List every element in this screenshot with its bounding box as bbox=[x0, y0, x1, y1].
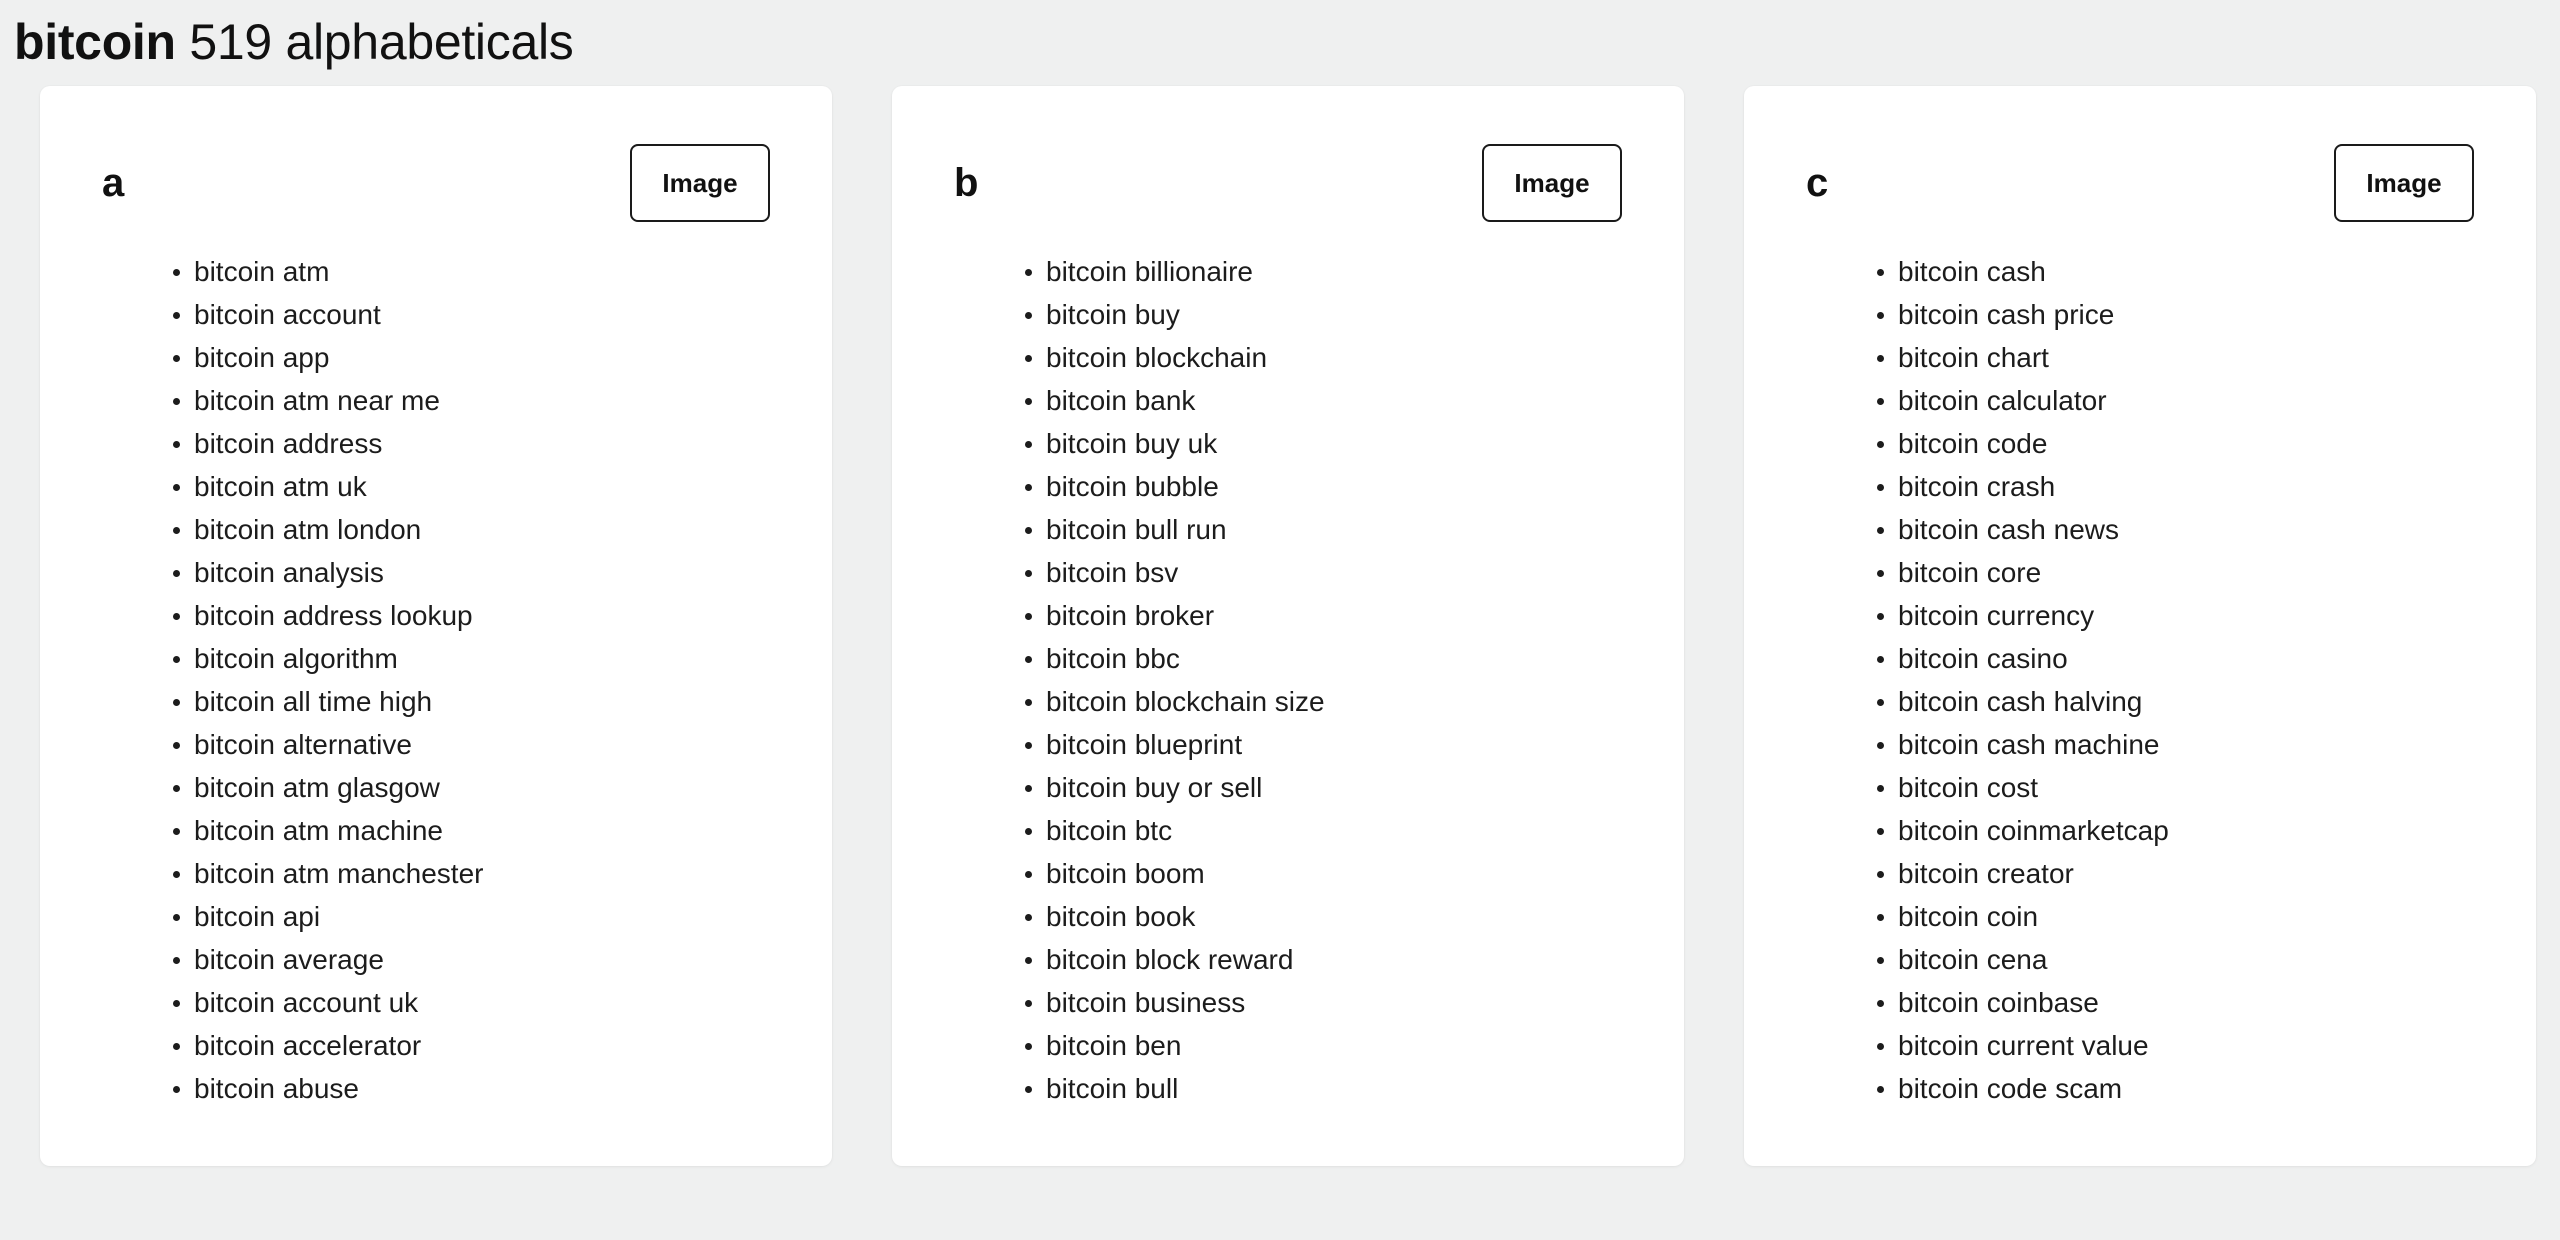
keyword-list-item[interactable]: bitcoin cash machine bbox=[1744, 723, 2536, 766]
alphabetical-card: b Image bitcoin billionaire bitcoin buy bitc… bbox=[892, 86, 1684, 1166]
keyword-list-item[interactable]: bitcoin current value bbox=[1744, 1024, 2536, 1067]
keyword-list-item[interactable]: bitcoin chart bbox=[1744, 336, 2536, 379]
keyword-list-item[interactable]: bitcoin analysis bbox=[40, 551, 832, 594]
keyword-list-item[interactable]: bitcoin blockchain bbox=[892, 336, 1684, 379]
keyword-list-item[interactable]: bitcoin address bbox=[40, 422, 832, 465]
image-button[interactable]: Image bbox=[2334, 144, 2474, 222]
keyword-list-item[interactable]: bitcoin atm near me bbox=[40, 379, 832, 422]
card-letter-heading: b bbox=[954, 161, 979, 205]
keyword-list-item[interactable]: bitcoin book bbox=[892, 895, 1684, 938]
alphabetical-card: c Image bitcoin cash bitcoin cash price bitc… bbox=[1744, 86, 2536, 1166]
keyword-list-item[interactable]: bitcoin buy bbox=[892, 293, 1684, 336]
keyword-list-item[interactable]: bitcoin casino bbox=[1744, 637, 2536, 680]
keyword-list-item[interactable]: bitcoin bsv bbox=[892, 551, 1684, 594]
card-header: a Image bbox=[40, 86, 832, 232]
keyword-list: bitcoin billionaire bitcoin buy bitcoin bl… bbox=[892, 232, 1684, 1110]
keyword-list-item[interactable]: bitcoin blueprint bbox=[892, 723, 1684, 766]
keyword-list-item[interactable]: bitcoin cost bbox=[1744, 766, 2536, 809]
keyword-list-item[interactable]: bitcoin code bbox=[1744, 422, 2536, 465]
keyword-list-item[interactable]: bitcoin bubble bbox=[892, 465, 1684, 508]
keyword-list-item[interactable]: bitcoin cash bbox=[1744, 250, 2536, 293]
keyword-list-item[interactable]: bitcoin bull run bbox=[892, 508, 1684, 551]
card-header: c Image bbox=[1744, 86, 2536, 232]
keyword-list-item[interactable]: bitcoin buy uk bbox=[892, 422, 1684, 465]
keyword-list-item[interactable]: bitcoin atm manchester bbox=[40, 852, 832, 895]
keyword-list-item[interactable]: bitcoin average bbox=[40, 938, 832, 981]
keyword-list-item[interactable]: bitcoin boom bbox=[892, 852, 1684, 895]
page-header: bitcoin 519 alphabeticals bbox=[0, 0, 2560, 86]
keyword-list-item[interactable]: bitcoin all time high bbox=[40, 680, 832, 723]
keyword-list-item[interactable]: bitcoin bank bbox=[892, 379, 1684, 422]
keyword-list-item[interactable]: bitcoin bull bbox=[892, 1067, 1684, 1110]
keyword-list-item[interactable]: bitcoin api bbox=[40, 895, 832, 938]
keyword-list-item[interactable]: bitcoin currency bbox=[1744, 594, 2536, 637]
card-letter-heading: a bbox=[102, 161, 125, 205]
keyword-list-item[interactable]: bitcoin calculator bbox=[1744, 379, 2536, 422]
keyword-list-item[interactable]: bitcoin cash news bbox=[1744, 508, 2536, 551]
keyword-list-item[interactable]: bitcoin core bbox=[1744, 551, 2536, 594]
page-title-keyword: bitcoin bbox=[14, 14, 176, 70]
keyword-list-item[interactable]: bitcoin buy or sell bbox=[892, 766, 1684, 809]
keyword-list-item[interactable]: bitcoin address lookup bbox=[40, 594, 832, 637]
keyword-list-item[interactable]: bitcoin atm bbox=[40, 250, 832, 293]
keyword-list-item[interactable]: bitcoin coinmarketcap bbox=[1744, 809, 2536, 852]
keyword-list-item[interactable]: bitcoin algorithm bbox=[40, 637, 832, 680]
keyword-list-item[interactable]: bitcoin btc bbox=[892, 809, 1684, 852]
keyword-list-item[interactable]: bitcoin atm uk bbox=[40, 465, 832, 508]
keyword-list-item[interactable]: bitcoin creator bbox=[1744, 852, 2536, 895]
keyword-list: bitcoin atm bitcoin account bitcoin app bit… bbox=[40, 232, 832, 1110]
keyword-list-item[interactable]: bitcoin abuse bbox=[40, 1067, 832, 1110]
keyword-list-item[interactable]: bitcoin business bbox=[892, 981, 1684, 1024]
keyword-list-item[interactable]: bitcoin app bbox=[40, 336, 832, 379]
keyword-list-item[interactable]: bitcoin blockchain size bbox=[892, 680, 1684, 723]
keyword-list-item[interactable]: bitcoin crash bbox=[1744, 465, 2536, 508]
keyword-list-item[interactable]: bitcoin ben bbox=[892, 1024, 1684, 1067]
keyword-list: bitcoin cash bitcoin cash price bitcoin ch… bbox=[1744, 232, 2536, 1110]
keyword-list-item[interactable]: bitcoin billionaire bbox=[892, 250, 1684, 293]
alphabetical-cards-row: a Image bitcoin atm bitcoin account bitcoin … bbox=[0, 86, 2560, 1166]
page-title-rest: 519 alphabeticals bbox=[175, 14, 574, 70]
keyword-list-item[interactable]: bitcoin account uk bbox=[40, 981, 832, 1024]
keyword-list-item[interactable]: bitcoin account bbox=[40, 293, 832, 336]
image-button[interactable]: Image bbox=[1482, 144, 1622, 222]
keyword-list-item[interactable]: bitcoin block reward bbox=[892, 938, 1684, 981]
keyword-list-item[interactable]: bitcoin cena bbox=[1744, 938, 2536, 981]
keyword-list-item[interactable]: bitcoin accelerator bbox=[40, 1024, 832, 1067]
keyword-list-item[interactable]: bitcoin atm machine bbox=[40, 809, 832, 852]
keyword-list-item[interactable]: bitcoin coinbase bbox=[1744, 981, 2536, 1024]
keyword-list-item[interactable]: bitcoin coin bbox=[1744, 895, 2536, 938]
keyword-list-item[interactable]: bitcoin atm glasgow bbox=[40, 766, 832, 809]
alphabetical-card: a Image bitcoin atm bitcoin account bitcoin … bbox=[40, 86, 832, 1166]
keyword-list-item[interactable]: bitcoin atm london bbox=[40, 508, 832, 551]
keyword-list-item[interactable]: bitcoin alternative bbox=[40, 723, 832, 766]
keyword-list-item[interactable]: bitcoin cash halving bbox=[1744, 680, 2536, 723]
page-title: bitcoin 519 alphabeticals bbox=[14, 14, 2560, 70]
keyword-list-item[interactable]: bitcoin code scam bbox=[1744, 1067, 2536, 1110]
image-button[interactable]: Image bbox=[630, 144, 770, 222]
card-letter-heading: c bbox=[1806, 161, 1829, 205]
card-header: b Image bbox=[892, 86, 1684, 232]
keyword-list-item[interactable]: bitcoin cash price bbox=[1744, 293, 2536, 336]
keyword-list-item[interactable]: bitcoin broker bbox=[892, 594, 1684, 637]
keyword-list-item[interactable]: bitcoin bbc bbox=[892, 637, 1684, 680]
